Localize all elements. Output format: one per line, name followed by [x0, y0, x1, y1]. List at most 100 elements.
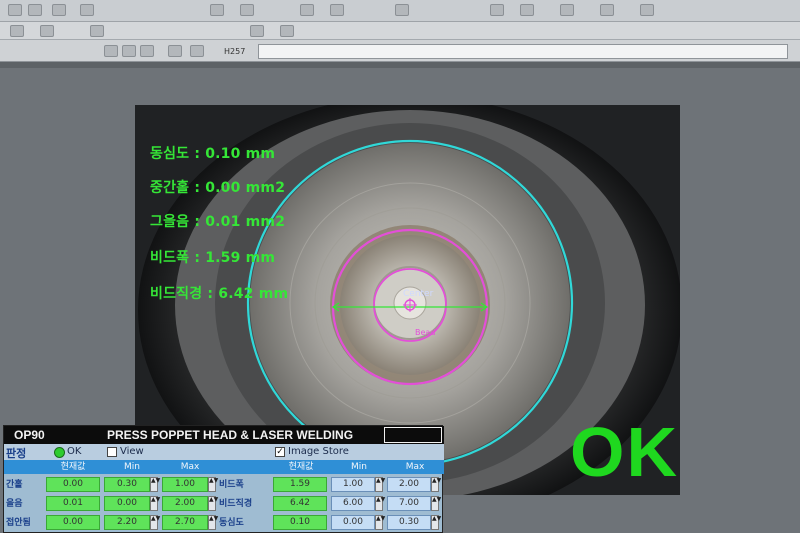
min-spinner[interactable]: ▲▼ [150, 496, 160, 511]
min-input[interactable]: 0.30 [104, 477, 150, 492]
min-spinner[interactable]: ▲▼ [375, 496, 385, 511]
formula-bar-input[interactable] [258, 44, 788, 59]
measurement-soot: 그을음 : 0.01 mm2 [150, 214, 286, 230]
min-input[interactable]: 2.20 [104, 515, 150, 530]
min-input[interactable]: 0.00 [331, 515, 375, 530]
measurement-label: 중간홀 [150, 180, 190, 196]
max-input[interactable]: 2.00 [162, 496, 208, 511]
toolbar-icon[interactable] [10, 25, 24, 37]
toolbar-icon[interactable] [28, 4, 42, 16]
header-min: Min [124, 462, 140, 472]
toolbar-icon[interactable] [90, 25, 104, 37]
max-input[interactable]: 7.00 [387, 496, 431, 511]
measurement-label: 비드폭 [150, 250, 190, 266]
max-spinner[interactable]: ▲▼ [431, 477, 441, 492]
max-spinner[interactable]: ▲▼ [208, 496, 218, 511]
toolbar-icon[interactable] [140, 45, 154, 57]
min-spinner[interactable]: ▲▼ [150, 515, 160, 530]
measurement-value: 6.42 mm [218, 286, 289, 302]
max-spinner[interactable]: ▲▼ [431, 515, 441, 530]
spec-row-label: 간홀 [6, 480, 23, 490]
toolbar-icon[interactable] [395, 4, 409, 16]
current-value: 0.10 [273, 515, 327, 530]
min-spinner[interactable]: ▲▼ [375, 477, 385, 492]
header-status-box [384, 427, 442, 443]
toolbar-icon[interactable] [490, 4, 504, 16]
header-max: Max [405, 462, 425, 472]
max-spinner[interactable]: ▲▼ [431, 496, 441, 511]
operation-title: PRESS POPPET HEAD & LASER WELDING [107, 428, 354, 442]
spec-row-label: 비드폭 [219, 480, 244, 490]
current-value: 1.59 [273, 477, 327, 492]
toolbar-icon[interactable] [250, 25, 264, 37]
spec-row-label: 동심도 [219, 518, 244, 528]
toolbar-icon[interactable] [520, 4, 534, 16]
image-store-label: Image Store [288, 446, 349, 457]
toolbar-icon[interactable] [300, 4, 314, 16]
max-input[interactable]: 0.30 [387, 515, 431, 530]
panel-header: OP90 PRESS POPPET HEAD & LASER WELDING [4, 426, 444, 444]
toolbar-icon[interactable] [122, 45, 136, 57]
max-spinner[interactable]: ▲▼ [208, 515, 218, 530]
toolbar-icon[interactable] [80, 4, 94, 16]
toolbar-icon[interactable] [210, 4, 224, 16]
toolbar-icon[interactable] [52, 4, 66, 16]
right-spec-group: 현재값 Min Max 비드폭 1.59 1.00 ▲▼ 2.00 ▲▼ 비드직… [217, 460, 444, 533]
ok-radio-label: OK [67, 446, 82, 457]
toolbar-icon[interactable] [640, 4, 654, 16]
min-input[interactable]: 0.00 [104, 496, 150, 511]
view-label: View [120, 446, 144, 457]
view-checkbox[interactable] [107, 447, 117, 457]
max-input[interactable]: 2.70 [162, 515, 208, 530]
cell-reference-box[interactable]: H257 [224, 45, 256, 58]
measurement-middle-hole: 중간홀 : 0.00 mm2 [150, 180, 286, 196]
toolbar-icon[interactable] [330, 4, 344, 16]
toolbar-icon[interactable] [104, 45, 118, 57]
measurement-value: 0.01 mm2 [205, 214, 286, 230]
excel-ribbon-toolbar [0, 0, 800, 22]
bead-label: Bead [415, 328, 435, 337]
min-spinner[interactable]: ▲▼ [150, 477, 160, 492]
image-store-checkbox[interactable]: ✓ [275, 447, 285, 457]
measurement-concentricity: 동심도 : 0.10 mm [150, 146, 276, 162]
toolbar-icon[interactable] [190, 45, 204, 57]
max-spinner[interactable]: ▲▼ [208, 477, 218, 492]
measurement-label: 그을음 [150, 214, 190, 230]
measurement-bead-width: 비드폭 : 1.59 mm [150, 250, 276, 266]
current-value: 0.00 [46, 515, 100, 530]
ok-radio-button[interactable] [54, 447, 65, 458]
toolbar-icon[interactable] [40, 25, 54, 37]
toolbar-icon[interactable] [240, 4, 254, 16]
inspection-panel: OP90 PRESS POPPET HEAD & LASER WELDING 판… [3, 425, 444, 533]
toolbar-icon[interactable] [560, 4, 574, 16]
spec-row-label: 을음 [6, 499, 23, 509]
toolbar-icon[interactable] [8, 4, 22, 16]
header-min: Min [351, 462, 367, 472]
monitor-bezel [0, 62, 800, 68]
header-current: 현재값 [60, 462, 86, 472]
center-label: Center [403, 289, 434, 299]
measurement-label: 동심도 [150, 146, 190, 162]
measurement-value: 1.59 mm [205, 250, 276, 266]
formatting-toolbar [0, 22, 800, 40]
current-value: 0.01 [46, 496, 100, 511]
max-input[interactable]: 2.00 [387, 477, 431, 492]
left-spec-group: 현재값 Min Max 간홀 0.00 0.30 ▲▼ 1.00 ▲▼ 을음 0… [4, 460, 218, 533]
judgement-row: 판정 OK View ✓ Image Store [4, 444, 444, 460]
spec-row-label: 접안됨 [6, 518, 31, 528]
measurement-value: 0.00 mm2 [205, 180, 286, 196]
judgement-label: 판정 [6, 447, 27, 460]
measurement-label: 비드직경 [150, 286, 203, 302]
header-current: 현재값 [288, 462, 314, 472]
toolbar-icon[interactable] [168, 45, 182, 57]
current-value: 0.00 [46, 477, 100, 492]
min-input[interactable]: 6.00 [331, 496, 375, 511]
min-input[interactable]: 1.00 [331, 477, 375, 492]
spec-header-row: 현재값 Min Max [4, 460, 217, 474]
operation-code: OP90 [14, 428, 45, 442]
toolbar-icon[interactable] [600, 4, 614, 16]
spec-row-label: 비드직경 [219, 499, 253, 509]
max-input[interactable]: 1.00 [162, 477, 208, 492]
toolbar-icon[interactable] [280, 25, 294, 37]
min-spinner[interactable]: ▲▼ [375, 515, 385, 530]
